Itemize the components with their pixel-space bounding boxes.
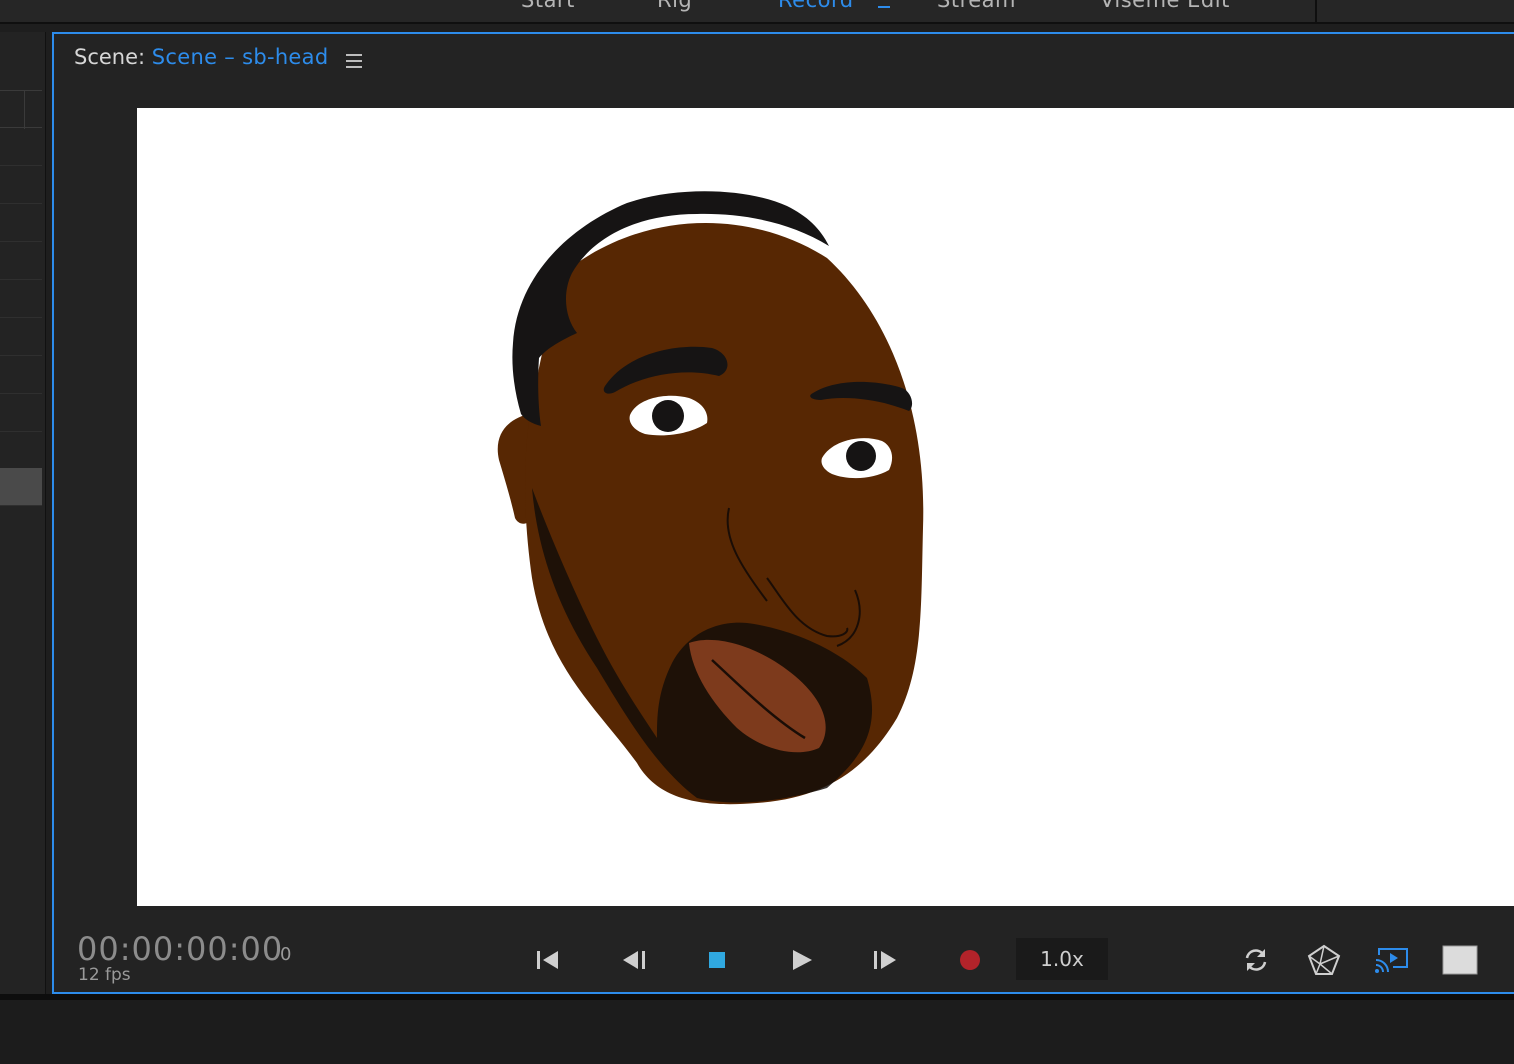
tab-start[interactable]: Start bbox=[521, 0, 575, 12]
list-item[interactable] bbox=[0, 394, 42, 432]
tab-record[interactable]: Record bbox=[778, 0, 854, 12]
background-toggle[interactable] bbox=[1440, 940, 1480, 980]
refresh-icon bbox=[1245, 949, 1267, 971]
left-pupil bbox=[652, 400, 684, 432]
square-swatch-icon bbox=[1442, 945, 1478, 975]
record-button[interactable] bbox=[950, 940, 990, 980]
list-item[interactable] bbox=[0, 128, 42, 166]
timecode-display: 00:00:00:00 bbox=[77, 930, 284, 968]
play-icon bbox=[793, 950, 812, 970]
step-forward-icon bbox=[874, 951, 896, 969]
list-item[interactable] bbox=[0, 356, 42, 394]
stop-button[interactable] bbox=[697, 940, 737, 980]
panel-header-cells[interactable] bbox=[0, 90, 42, 129]
puppet-panel bbox=[0, 32, 46, 994]
list-item[interactable] bbox=[0, 318, 42, 356]
list-item[interactable] bbox=[0, 432, 42, 470]
go-to-start-button[interactable] bbox=[528, 940, 568, 980]
fps-label[interactable]: 12 fps bbox=[78, 965, 131, 985]
step-backward-icon bbox=[623, 951, 645, 969]
list-item[interactable] bbox=[0, 166, 42, 204]
timeline-strip bbox=[0, 994, 1514, 1064]
frame-number: 0 bbox=[280, 944, 292, 965]
play-button[interactable] bbox=[782, 940, 822, 980]
playback-speed[interactable]: 1.0x bbox=[1016, 938, 1108, 980]
tab-viseme-edit[interactable]: Viseme Edit bbox=[1100, 0, 1230, 12]
scene-name[interactable]: Scene – sb-head bbox=[152, 45, 329, 69]
right-pupil bbox=[846, 441, 876, 471]
list-item[interactable] bbox=[0, 242, 42, 280]
skip-to-start-icon bbox=[537, 951, 558, 969]
scene-label: Scene: bbox=[74, 45, 146, 69]
tab-rig[interactable]: Rig bbox=[657, 0, 692, 12]
stop-icon bbox=[709, 952, 725, 968]
step-forward-button[interactable] bbox=[865, 940, 905, 980]
scene-panel: Scene: Scene – sb-head 00:00:00:00 0 12 … bbox=[52, 32, 1514, 994]
topbar-divider bbox=[1315, 0, 1317, 24]
list-item[interactable] bbox=[0, 280, 42, 318]
workspace-bar: Start Rig Record Stream Viseme Edit bbox=[0, 0, 1514, 24]
step-back-button[interactable] bbox=[614, 940, 654, 980]
hamburger-icon[interactable] bbox=[346, 54, 362, 68]
cast-screen-icon bbox=[1375, 948, 1408, 973]
list-item-selected[interactable] bbox=[0, 468, 42, 506]
polyhedron-icon bbox=[1307, 944, 1341, 975]
list-item[interactable] bbox=[0, 204, 42, 242]
tab-record-menu-icon[interactable] bbox=[878, 0, 890, 8]
cast-button[interactable] bbox=[1372, 940, 1412, 980]
refresh-button[interactable] bbox=[1236, 940, 1276, 980]
scene-title: Scene: Scene – sb-head bbox=[74, 45, 328, 69]
puppet-artwork bbox=[497, 191, 924, 805]
tab-stream[interactable]: Stream bbox=[937, 0, 1016, 12]
calibrate-button[interactable] bbox=[1304, 940, 1344, 980]
record-icon bbox=[960, 950, 980, 970]
scene-canvas[interactable] bbox=[137, 108, 1514, 906]
